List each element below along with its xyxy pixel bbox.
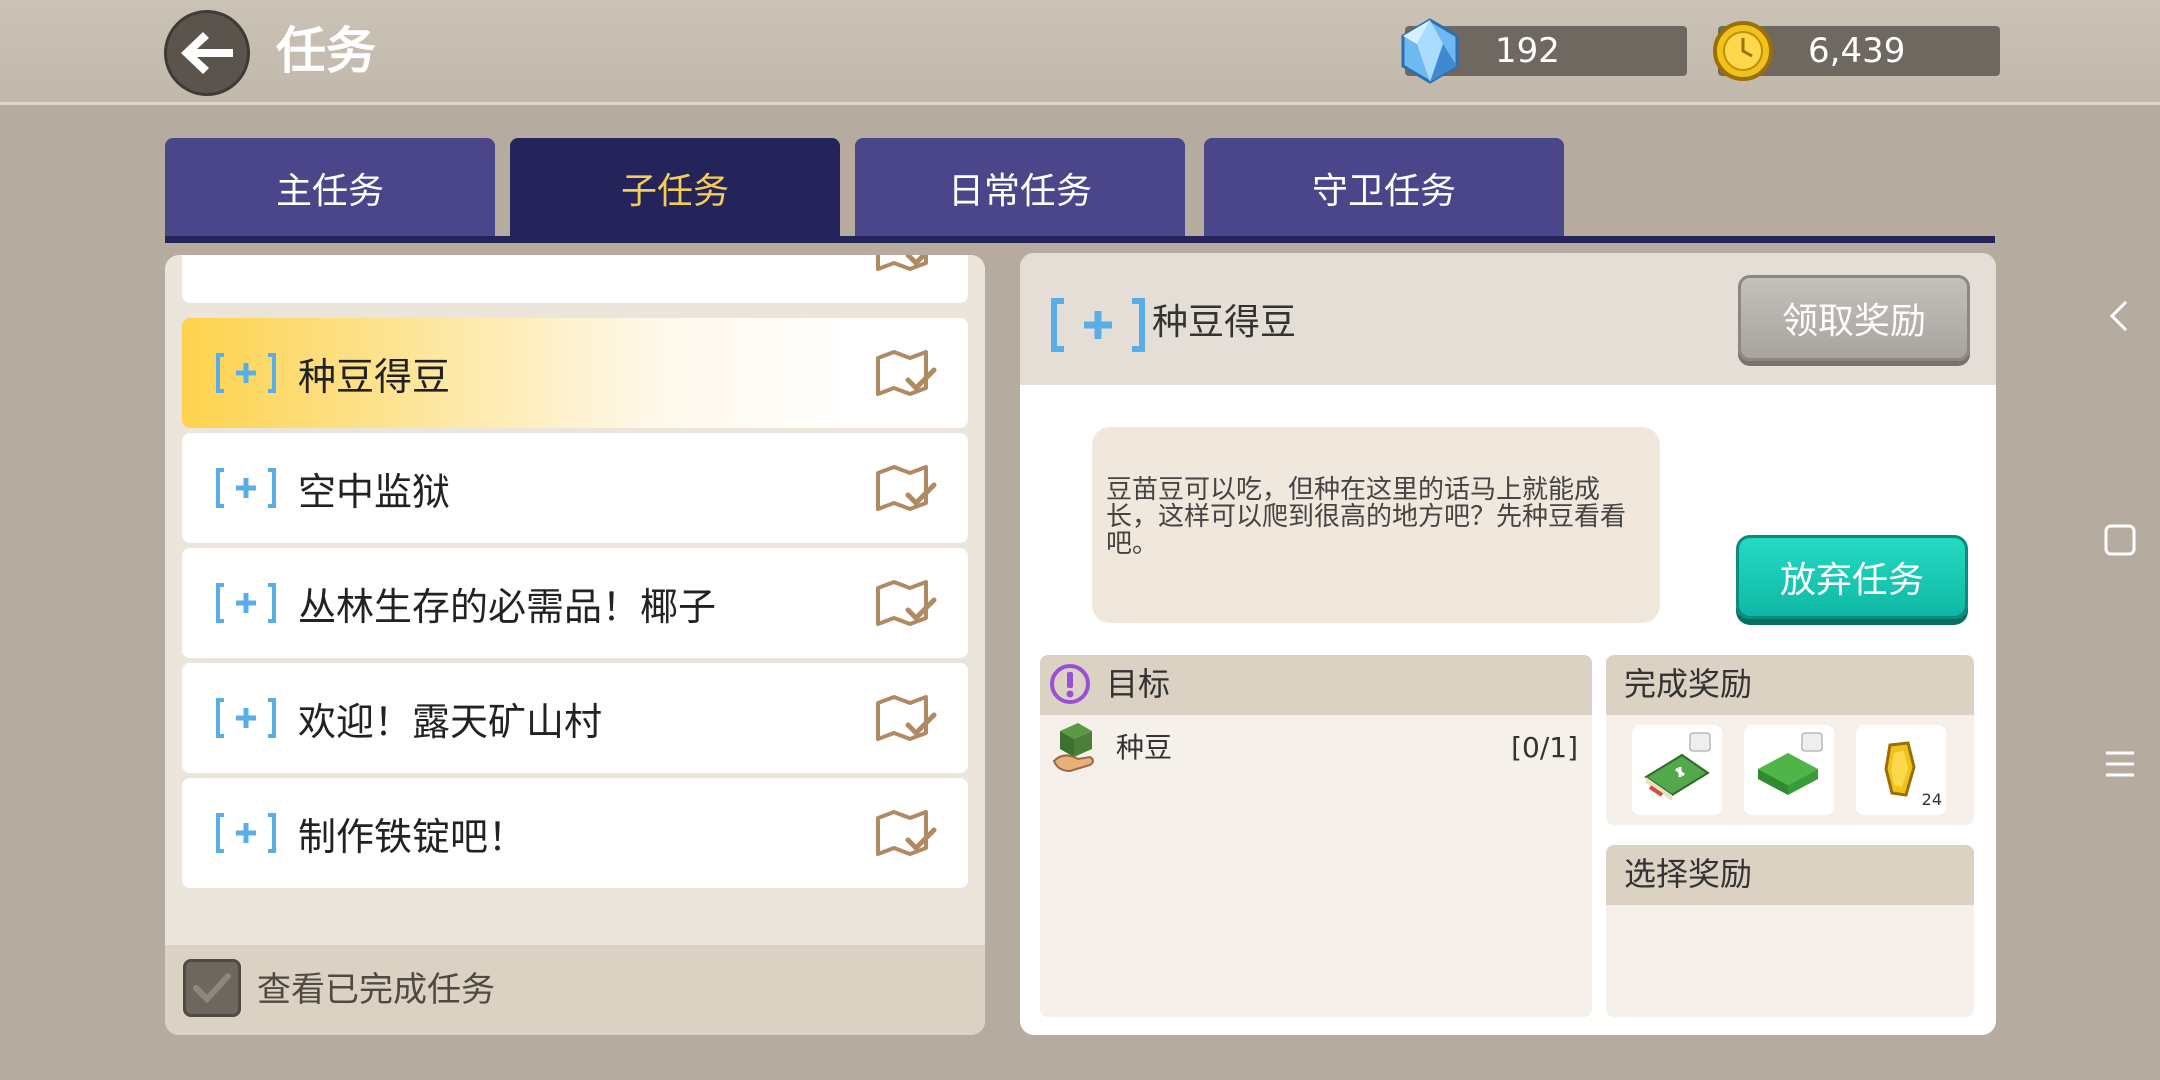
goal-name: 种豆 [1116,731,1173,764]
reward-item-3[interactable]: 24 [1856,725,1946,815]
quest-description: 豆苗豆可以吃，但种在这里的话马上就能成长，这样可以爬到很高的地方吧？先种豆看看吧… [1092,427,1660,623]
nav-home-icon[interactable] [2100,520,2140,560]
quest-list-panel[interactable]: 种豆得豆 空中监狱 丛林生存的必需品！椰子 欢迎！露天矿山村 制作铁锭吧！ 查看… [165,255,985,1035]
claim-reward-button[interactable]: 领取奖励 [1738,275,1970,361]
abandon-quest-button[interactable]: 放弃任务 [1736,535,1968,619]
show-completed-checkbox[interactable] [183,959,241,1017]
tab-daily-quest[interactable]: 日常任务 [855,138,1185,238]
map-check-icon [876,465,937,511]
select-reward-box: 选择奖励 [1606,845,1974,1017]
completion-reward-box: 完成奖励 24 [1606,655,1974,825]
goal-header: 目标 [1040,655,1592,715]
exclamation-icon [1050,664,1090,704]
select-reward-header: 选择奖励 [1606,845,1974,905]
detail-title: 种豆得豆 [1152,302,1297,343]
plus-bracket-icon [1051,298,1145,352]
plus-bracket-icon [216,353,276,393]
tab-main-quest[interactable]: 主任务 [165,138,495,238]
goal-box: 目标 种豆 [0/1] [1040,655,1592,1017]
nav-back-icon[interactable] [2100,296,2140,336]
goal-progress: [0/1] [1511,731,1578,764]
plus-bracket-icon [216,813,276,853]
coin-counter: 6,439 [1713,21,2000,81]
quest-detail-panel: 种豆得豆 领取奖励 豆苗豆可以吃，但种在这里的话马上就能成长，这样可以爬到很高的… [1020,253,1996,1035]
quest-item-2[interactable]: 空中监狱 [182,433,968,543]
quest-item-1[interactable]: 种豆得豆 [182,318,968,428]
page-title: 任务 [276,22,376,80]
reward-count: 24 [1921,790,1942,809]
quest-item-5[interactable]: 制作铁锭吧！ [182,778,968,888]
tab-underline [165,236,1995,243]
reward-item-2[interactable] [1744,725,1834,815]
map-check-icon [876,695,937,741]
reward-header: 完成奖励 [1606,655,1974,715]
seed-book-icon [1644,732,1711,801]
detail-header: 种豆得豆 领取奖励 [1020,253,1996,385]
check-icon [193,973,231,1004]
map-check-icon [876,810,937,856]
gem-counter: 192 [1401,18,1687,84]
quest-label: 制作铁锭吧！ [298,814,527,859]
arrow-left-icon [181,32,233,74]
back-button[interactable] [164,10,250,96]
goal-row: 种豆 [0/1] [1040,721,1592,781]
plus-bracket-icon [216,698,276,738]
gem-count: 192 [1495,31,1560,71]
plant-seed-icon [1052,723,1094,773]
show-completed-label: 查看已完成任务 [257,970,495,1010]
quest-label: 种豆得豆 [298,354,451,399]
plus-bracket-icon [216,583,276,623]
nav-menu-icon[interactable] [2100,744,2140,784]
quest-label: 欢迎！露天矿山村 [298,699,603,744]
coin-count: 6,439 [1808,31,1906,71]
tab-sub-quest[interactable]: 子任务 [510,138,840,238]
gold-coin-icon [1713,21,1773,81]
quest-label: 丛林生存的必需品！椰子 [298,584,717,629]
list-item-partial[interactable] [182,255,968,303]
reward-item-1[interactable] [1632,725,1722,815]
top-bar: 任务 192 6,439 [0,0,2160,105]
map-check-icon [876,350,937,396]
goal-header-label: 目标 [1106,665,1171,703]
map-check-icon [876,580,937,626]
grass-block-icon [1758,732,1823,795]
quest-item-3[interactable]: 丛林生存的必需品！椰子 [182,548,968,658]
tab-guard-quest[interactable]: 守卫任务 [1204,138,1564,238]
diamond-icon [1401,18,1459,84]
plus-bracket-icon [216,468,276,508]
show-completed-bar: 查看已完成任务 [165,945,985,1035]
quest-label: 空中监狱 [298,469,451,514]
quest-item-4[interactable]: 欢迎！露天矿山村 [182,663,968,773]
map-check-icon [876,255,928,271]
